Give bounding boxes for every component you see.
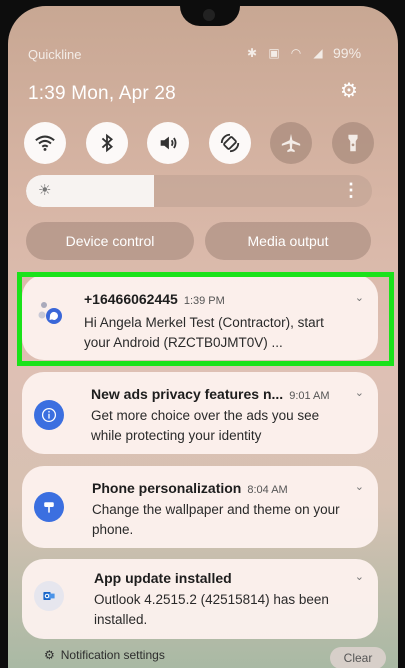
sound-toggle[interactable] [147, 122, 190, 164]
bluetooth-icon [101, 133, 113, 153]
device-control-button[interactable]: Device control [26, 222, 194, 260]
carrier-name: Quickline [28, 47, 82, 62]
flashlight-icon [348, 134, 358, 152]
phone-frame: Quickline ✱ ▣ ◠ ◢ 99% 1:39 Mon, Apr 28 ⚙… [0, 0, 405, 668]
notification-title: +16466062445 1:39 PM [84, 291, 225, 307]
notification-title: Phone personalization 8:04 AM [92, 480, 288, 496]
notification-message[interactable]: +16466062445 1:39 PM Hi Angela Merkel Tes… [22, 275, 378, 360]
nfc-icon: ▣ [268, 46, 280, 60]
messages-icon [34, 297, 64, 327]
battery-percentage: 99% [333, 45, 362, 61]
notification-settings-label: Notification settings [60, 648, 165, 662]
brightness-sun-icon: ☀ [38, 182, 52, 199]
clear-button[interactable]: Clear [330, 647, 386, 668]
quick-toggles [24, 122, 374, 164]
notification-time: 9:01 AM [289, 390, 330, 402]
speaker-icon [160, 136, 177, 150]
notification-body: Outlook 4.2515.2 (42515814) has been ins… [94, 592, 329, 627]
expand-chevron-icon[interactable]: ⌄ [355, 570, 364, 583]
brightness-slider[interactable]: ☀ ⋮ [26, 175, 372, 207]
gear-icon: ⚙ [44, 648, 55, 662]
bluetooth-status-icon: ✱ [246, 46, 258, 60]
status-icons: ✱ ▣ ◠ ◢ 99% [245, 45, 361, 61]
notification-time: 1:39 PM [183, 295, 225, 307]
notification-time: 8:04 AM [247, 484, 288, 496]
personalization-icon [34, 492, 64, 522]
notification-settings-button[interactable]: ⚙ Notification settings [44, 648, 165, 662]
rotate-icon [220, 133, 239, 153]
more-options-icon[interactable]: ⋮ [342, 180, 360, 201]
notification-ads-privacy[interactable]: New ads privacy features n... 9:01 AM Get… [22, 372, 378, 454]
front-camera [203, 9, 215, 21]
outlook-icon [34, 581, 64, 611]
notification-body: Change the wallpaper and theme on your p… [92, 502, 340, 537]
wifi-status-icon: ◠ [290, 46, 302, 60]
notification-body: Hi Angela Merkel Test (Contractor), star… [84, 315, 324, 350]
expand-chevron-icon[interactable]: ⌄ [355, 291, 364, 304]
notification-title: App update installed [94, 570, 232, 586]
wifi-icon [35, 135, 55, 151]
airplane-icon [282, 133, 301, 153]
wifi-toggle[interactable] [24, 122, 66, 164]
airplane-mode-toggle[interactable] [270, 122, 313, 164]
settings-gear-icon[interactable]: ⚙ [338, 80, 360, 102]
expand-chevron-icon[interactable]: ⌄ [355, 480, 364, 493]
flashlight-toggle[interactable] [331, 122, 374, 164]
media-output-button[interactable]: Media output [205, 222, 371, 260]
expand-chevron-icon[interactable]: ⌄ [355, 386, 364, 399]
notification-app-update[interactable]: App update installed Outlook 4.2515.2 (4… [22, 559, 378, 639]
notification-body: Get more choice over the ads you see whi… [91, 408, 320, 443]
date-time: 1:39 Mon, Apr 28 [28, 83, 176, 104]
bluetooth-toggle[interactable] [85, 122, 128, 164]
signal-icon: ◢ [313, 46, 323, 60]
camera-notch [180, 6, 240, 26]
notification-personalization[interactable]: Phone personalization 8:04 AM Change the … [22, 466, 378, 548]
info-icon [34, 400, 64, 430]
notification-title: New ads privacy features n... 9:01 AM [91, 386, 330, 402]
auto-rotate-toggle[interactable] [208, 122, 251, 164]
